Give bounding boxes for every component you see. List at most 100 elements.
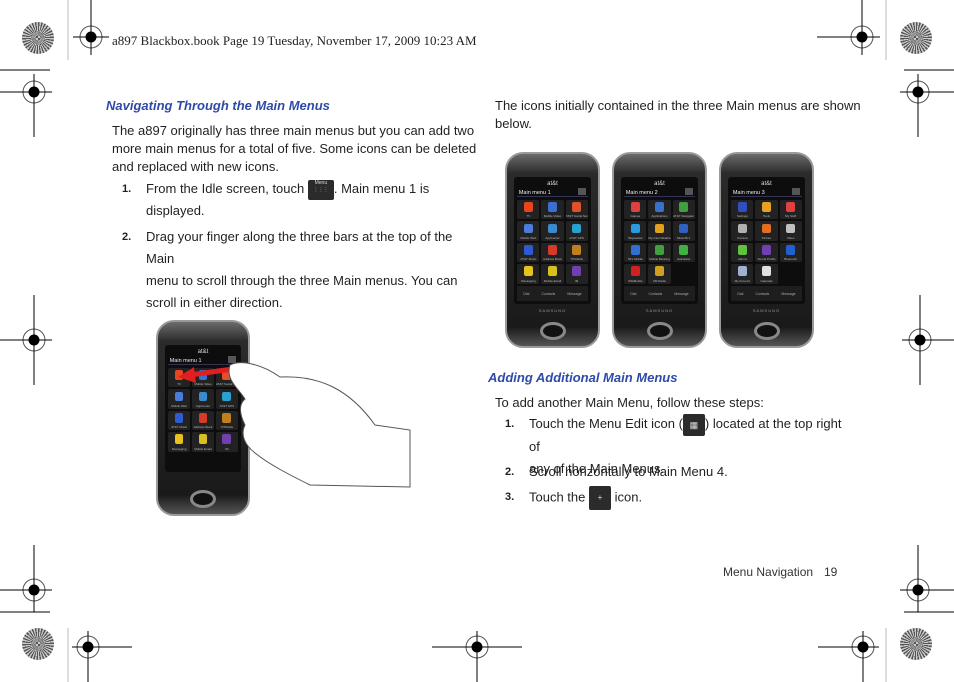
app-icon-label: AT&T Music <box>520 258 537 262</box>
footer-section: Menu Navigation <box>723 565 814 579</box>
menu-title: Main menu 1 <box>518 189 551 196</box>
hand-gesture-illustration <box>178 362 411 488</box>
text-line: and replaced with new icons. <box>112 159 279 174</box>
app-icon-glyph <box>762 244 771 255</box>
app-icon-glyph <box>572 202 582 212</box>
menu-edit-icon: ▦ <box>682 413 705 436</box>
app-icon: My Account <box>731 264 754 284</box>
app-icon-glyph <box>737 266 747 277</box>
navigation-key <box>646 322 673 341</box>
app-icon-label: Bejeweled <box>628 236 643 240</box>
app-icon-label: Games <box>630 215 641 219</box>
app-icon-label: Mobile Banking <box>649 258 670 262</box>
app-icon-label: Mobile Web <box>520 236 537 240</box>
app-icon: Messaging <box>517 264 540 284</box>
app-icon: Bejeweled <box>624 221 647 241</box>
app-icon: AT&T Music <box>517 242 540 263</box>
phone-main-menu-2: at&t Main menu 2 Games Applications AT&T N… <box>612 152 707 348</box>
app-icon-glyph <box>655 202 664 212</box>
app-icon: Settings <box>731 199 754 220</box>
app-icon: My Stuff <box>779 199 802 220</box>
app-icon-glyph <box>679 223 689 234</box>
app-icon-glyph <box>630 202 640 212</box>
app-icon: Mobile Email <box>541 264 564 284</box>
app-icon-label: MusicID 2 <box>676 236 691 240</box>
app-icon: AT&T GPS <box>565 221 588 241</box>
text-line: more main menus for a total of five. Som… <box>112 141 477 156</box>
app-icon-glyph <box>737 244 747 255</box>
step-text: icon. <box>611 489 643 505</box>
dock-contacts: Contacts <box>755 291 770 296</box>
brand-label: SAMSUNG <box>752 308 781 314</box>
app-icon-label: AT&T GPS <box>569 236 584 240</box>
dock: Dial Contacts Message <box>517 286 588 302</box>
app-icon-glyph <box>548 223 557 234</box>
carrier-logo: at&t <box>654 180 665 187</box>
icon-grid: TV Mobile Video AT&T Social Net Mobile Web A… <box>517 199 588 284</box>
app-icon-glyph <box>762 223 771 234</box>
dock-dial: Dial <box>737 291 744 296</box>
app-icon-glyph <box>630 266 640 277</box>
app-icon-label: Address Book <box>543 258 562 262</box>
dock: Dial Contacts Message <box>624 286 695 302</box>
app-icon: NFL Mobile <box>624 242 647 263</box>
app-icon-glyph <box>762 202 771 212</box>
right-intro: The icons initially contained in the thr… <box>495 97 861 133</box>
section-heading-adding: Adding Additional Main Menus <box>488 370 678 385</box>
app-icon-label: Alarms <box>737 258 748 262</box>
page-number: 19 <box>824 565 838 579</box>
app-icon-glyph <box>630 244 640 255</box>
step-text: displayed. <box>146 203 205 218</box>
app-icon-label: WikiMobile <box>628 279 643 283</box>
app-icon-glyph <box>679 244 689 255</box>
brand-label: SAMSUNG <box>645 308 674 314</box>
app-icon-glyph <box>762 266 771 277</box>
app-icon: Address Book <box>541 242 564 263</box>
text-line: The a897 originally has three main menus… <box>112 123 475 138</box>
navigation-key <box>539 322 566 341</box>
app-icon: Applications <box>648 199 671 220</box>
icon-grid: Settings Tools My Stuff Camera Picture Video A… <box>731 199 802 284</box>
app-icon-glyph <box>523 202 533 212</box>
menu-scroll-bar <box>624 196 695 198</box>
app-icon: AT&T Social Net <box>565 199 588 220</box>
app-icon-label: NFL Mobile <box>627 258 643 262</box>
step-text: . Main menu 1 is <box>333 181 430 196</box>
app-icon: XM Radio <box>648 264 671 284</box>
app-icon-label: My Account <box>734 279 751 283</box>
app-icon: AppCenter <box>541 221 564 241</box>
app-icon-glyph <box>655 223 664 234</box>
phone-main-menu-3: at&t Main menu 3 Settings Tools My Stuff Ca… <box>719 152 814 348</box>
app-icon: YPMobile <box>565 242 588 263</box>
app-icon-label: TV <box>526 215 531 219</box>
step-1: 1. From the Idle screen, touch Menu ⋮⋮⋮. … <box>112 178 462 222</box>
menu-scroll-bar <box>517 196 588 198</box>
app-icon: Mobile Web <box>517 221 540 241</box>
app-icon-glyph <box>679 202 689 212</box>
dock-dial: Dial <box>523 291 530 296</box>
dock-message: Message <box>567 291 582 296</box>
app-icon-label: Picture <box>761 236 772 240</box>
phone-screen: at&t Main menu 1 TV Mobile Video AT&T Soci… <box>514 177 591 304</box>
app-icon: Bluetooth <box>779 242 802 263</box>
step-text: Scroll horizontally to Main Menu 4. <box>529 464 728 479</box>
app-icon-glyph <box>737 223 747 234</box>
app-icon: Mobile Video <box>541 199 564 220</box>
adding-intro: To add another Main Menu, follow these s… <box>495 395 764 410</box>
phone-main-menu-1: at&t Main menu 1 TV Mobile Video AT&T Soci… <box>505 152 600 348</box>
app-icon: Alarms <box>731 242 754 263</box>
phone-screen: at&t Main menu 3 Settings Tools My Stuff Ca… <box>728 177 805 304</box>
step-number: 1. <box>122 183 132 195</box>
step-text: Touch the <box>529 489 589 505</box>
app-icon: Camera <box>731 221 754 241</box>
add-step-3: 3. Touch the + icon. <box>495 486 855 510</box>
step-text: From the Idle screen, touch <box>146 181 308 196</box>
app-icon-label: AT&T Social Net <box>565 215 588 219</box>
app-icon-glyph <box>548 266 557 277</box>
plus-icon-glyph: + <box>597 493 603 502</box>
app-icon-label: Sound Profile <box>757 258 776 262</box>
carrier-logo: at&t <box>197 348 209 355</box>
app-icon-glyph <box>572 244 582 255</box>
carrier-logo: at&t <box>547 180 558 187</box>
app-icon-glyph <box>737 202 747 212</box>
